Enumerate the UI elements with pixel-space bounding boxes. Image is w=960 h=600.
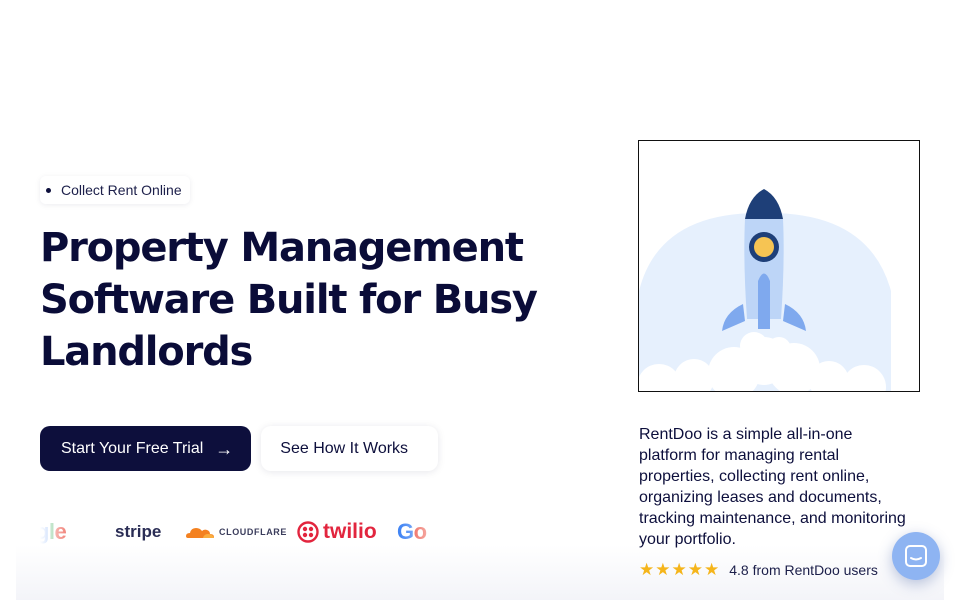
start-free-trial-button[interactable]: Start Your Free Trial → — [40, 426, 252, 471]
rating-text: 4.8 from RentDoo users — [729, 561, 878, 578]
customer-logo-strip: oogle stripe CLOUDFLARE twilio Go — [40, 508, 450, 556]
cloudflare-logo: CLOUDFLARE — [185, 525, 297, 539]
google-logo-repeat: Go — [397, 519, 427, 544]
product-description: RentDoo is a simple all-in-one platform … — [639, 426, 906, 548]
headline-line-3: Landlords — [40, 329, 253, 375]
twilio-logo: twilio — [297, 520, 397, 544]
eyebrow-label: Collect Rent Online — [61, 182, 182, 198]
headline-line-2: Software Built for Busy — [40, 277, 538, 323]
rating-summary: ★ ★ ★ ★ ★ 4.8 from RentDoo users — [639, 561, 878, 578]
arrow-right-icon: → — [215, 438, 234, 459]
page-title: Property Management Software Built for B… — [40, 222, 540, 378]
google-logo: oogle — [40, 519, 67, 544]
hero-section: Collect Rent Online Property Management … — [40, 176, 560, 378]
bullet-dot-icon — [46, 187, 51, 193]
cloudflare-cloud-icon — [186, 528, 214, 538]
star-icon: ★ — [639, 560, 655, 579]
rocket-illustration — [638, 140, 920, 392]
cta-group: Start Your Free Trial → See How It Works — [40, 426, 439, 471]
twilio-mark-icon — [297, 521, 319, 543]
star-icon: ★ — [704, 560, 720, 579]
stripe-logo: stripe — [115, 522, 162, 541]
chat-icon — [905, 545, 927, 567]
star-icon: ★ — [687, 560, 703, 579]
start-free-trial-label: Start Your Free Trial — [61, 439, 204, 457]
star-rating: ★ ★ ★ ★ ★ — [639, 561, 719, 578]
see-how-it-works-button[interactable]: See How It Works — [261, 426, 439, 471]
see-how-it-works-label: See How It Works — [280, 439, 409, 457]
star-icon: ★ — [671, 560, 687, 579]
star-icon: ★ — [655, 560, 671, 579]
chat-launcher-button[interactable] — [892, 532, 940, 580]
headline-line-1: Property Management — [40, 225, 524, 271]
rocket-icon — [639, 189, 891, 391]
eyebrow-badge: Collect Rent Online — [40, 176, 190, 204]
